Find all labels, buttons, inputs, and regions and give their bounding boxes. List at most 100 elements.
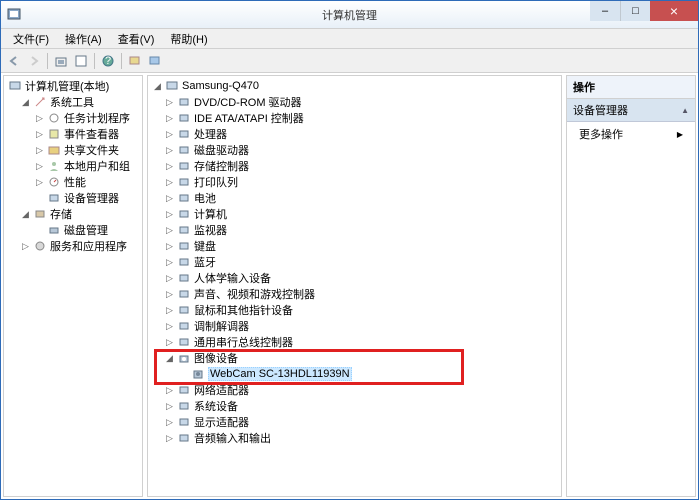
- expand-icon[interactable]: ▷: [164, 257, 175, 268]
- maximize-button[interactable]: □: [620, 1, 650, 21]
- expand-icon[interactable]: ▷: [164, 273, 175, 284]
- expand-icon[interactable]: ▷: [34, 177, 45, 188]
- scan-button[interactable]: [126, 52, 144, 70]
- device-category[interactable]: ▷蓝牙: [150, 254, 559, 270]
- refresh-button[interactable]: [146, 52, 164, 70]
- titlebar[interactable]: 计算机管理 – □ ×: [1, 1, 698, 29]
- expand-icon[interactable]: ▷: [164, 113, 175, 124]
- console-tree[interactable]: 计算机管理(本地) ◢系统工具 ▷任务计划程序 ▷事件查看器 ▷共享文件夹 ▷本…: [4, 76, 142, 256]
- expand-icon[interactable]: ▷: [164, 177, 175, 188]
- expand-icon[interactable]: ▷: [164, 321, 175, 332]
- tree-root[interactable]: 计算机管理(本地): [6, 78, 140, 94]
- device-category[interactable]: ▷音频输入和输出: [150, 430, 559, 446]
- device-tree[interactable]: ◢Samsung-Q470 ▷DVD/CD-ROM 驱动器▷IDE ATA/AT…: [148, 76, 561, 448]
- menu-view[interactable]: 查看(V): [110, 29, 163, 49]
- expand-icon[interactable]: ▷: [164, 417, 175, 428]
- device-icon: [177, 95, 191, 109]
- expand-icon[interactable]: ▷: [34, 161, 45, 172]
- tree-performance[interactable]: ▷性能: [6, 174, 140, 190]
- collapse-icon[interactable]: ◢: [152, 81, 163, 92]
- device-category[interactable]: ▷显示适配器: [150, 414, 559, 430]
- expand-icon[interactable]: ▷: [164, 193, 175, 204]
- device-category[interactable]: ▷通用串行总线控制器: [150, 334, 559, 350]
- expand-icon[interactable]: ▷: [20, 241, 31, 252]
- expand-icon[interactable]: ▷: [34, 129, 45, 140]
- expand-icon[interactable]: ▷: [164, 401, 175, 412]
- menu-file[interactable]: 文件(F): [5, 29, 57, 49]
- menu-action[interactable]: 操作(A): [57, 29, 110, 49]
- collapse-icon[interactable]: ◢: [20, 97, 31, 108]
- device-icon: [177, 143, 191, 157]
- expand-icon[interactable]: ▷: [164, 433, 175, 444]
- device-icon: [177, 175, 191, 189]
- up-button[interactable]: [52, 52, 70, 70]
- device-icon: [177, 287, 191, 301]
- users-icon: [47, 159, 61, 173]
- expand-icon[interactable]: ▷: [164, 241, 175, 252]
- minimize-button[interactable]: –: [590, 1, 620, 21]
- back-button[interactable]: [5, 52, 23, 70]
- device-category[interactable]: ▷网络适配器: [150, 382, 559, 398]
- help-button[interactable]: ?: [99, 52, 117, 70]
- tree-task-scheduler[interactable]: ▷任务计划程序: [6, 110, 140, 126]
- perf-icon: [47, 175, 61, 189]
- expand-icon[interactable]: ▷: [34, 113, 45, 124]
- device-webcam[interactable]: WebCam SC-13HDL11939N: [150, 366, 559, 382]
- device-icon: [177, 255, 191, 269]
- device-root[interactable]: ◢Samsung-Q470: [150, 78, 559, 94]
- tree-disk-mgmt[interactable]: 磁盘管理: [6, 222, 140, 238]
- expand-icon[interactable]: ▷: [164, 305, 175, 316]
- actions-context[interactable]: 设备管理器 ▲: [567, 99, 695, 122]
- device-category[interactable]: ▷处理器: [150, 126, 559, 142]
- window-title: 计算机管理: [322, 7, 377, 23]
- expand-icon[interactable]: ▷: [164, 97, 175, 108]
- separator: [47, 53, 48, 69]
- device-category[interactable]: ▷键盘: [150, 238, 559, 254]
- collapse-icon[interactable]: ◢: [164, 353, 175, 364]
- expand-icon[interactable]: ▷: [164, 385, 175, 396]
- device-category[interactable]: ▷人体学输入设备: [150, 270, 559, 286]
- menu-help[interactable]: 帮助(H): [162, 29, 215, 49]
- spacer: [178, 369, 189, 380]
- actions-more[interactable]: 更多操作 ▶: [567, 122, 695, 146]
- close-button[interactable]: ×: [650, 1, 698, 21]
- device-icon: [177, 207, 191, 221]
- expand-icon[interactable]: ▷: [34, 145, 45, 156]
- tree-shared-folders[interactable]: ▷共享文件夹: [6, 142, 140, 158]
- device-category[interactable]: ▷声音、视频和游戏控制器: [150, 286, 559, 302]
- tree-local-users[interactable]: ▷本地用户和组: [6, 158, 140, 174]
- collapse-icon[interactable]: ▲: [681, 106, 689, 115]
- device-category[interactable]: ▷IDE ATA/ATAPI 控制器: [150, 110, 559, 126]
- expand-icon[interactable]: ▷: [164, 129, 175, 140]
- device-imaging[interactable]: ◢图像设备: [150, 350, 559, 366]
- expand-icon[interactable]: ▷: [164, 289, 175, 300]
- device-icon: [177, 303, 191, 317]
- tree-storage[interactable]: ◢存储: [6, 206, 140, 222]
- disk-icon: [47, 223, 61, 237]
- device-category[interactable]: ▷存储控制器: [150, 158, 559, 174]
- device-category[interactable]: ▷电池: [150, 190, 559, 206]
- expand-icon[interactable]: ▷: [164, 145, 175, 156]
- device-icon: [177, 399, 191, 413]
- expand-icon[interactable]: ▷: [164, 209, 175, 220]
- device-category[interactable]: ▷DVD/CD-ROM 驱动器: [150, 94, 559, 110]
- device-category[interactable]: ▷计算机: [150, 206, 559, 222]
- device-category[interactable]: ▷系统设备: [150, 398, 559, 414]
- device-category[interactable]: ▷监视器: [150, 222, 559, 238]
- expand-icon[interactable]: ▷: [164, 337, 175, 348]
- device-category[interactable]: ▷打印队列: [150, 174, 559, 190]
- collapse-icon[interactable]: ◢: [20, 209, 31, 220]
- tree-event-viewer[interactable]: ▷事件查看器: [6, 126, 140, 142]
- device-category[interactable]: ▷磁盘驱动器: [150, 142, 559, 158]
- tree-device-manager[interactable]: 设备管理器: [6, 190, 140, 206]
- forward-button[interactable]: [25, 52, 43, 70]
- expand-icon[interactable]: ▷: [164, 225, 175, 236]
- properties-button[interactable]: [72, 52, 90, 70]
- tree-system-tools[interactable]: ◢系统工具: [6, 94, 140, 110]
- device-category[interactable]: ▷鼠标和其他指针设备: [150, 302, 559, 318]
- separator: [94, 53, 95, 69]
- expand-icon[interactable]: ▷: [164, 161, 175, 172]
- device-category[interactable]: ▷调制解调器: [150, 318, 559, 334]
- tree-services[interactable]: ▷服务和应用程序: [6, 238, 140, 254]
- toolbar: ?: [1, 49, 698, 73]
